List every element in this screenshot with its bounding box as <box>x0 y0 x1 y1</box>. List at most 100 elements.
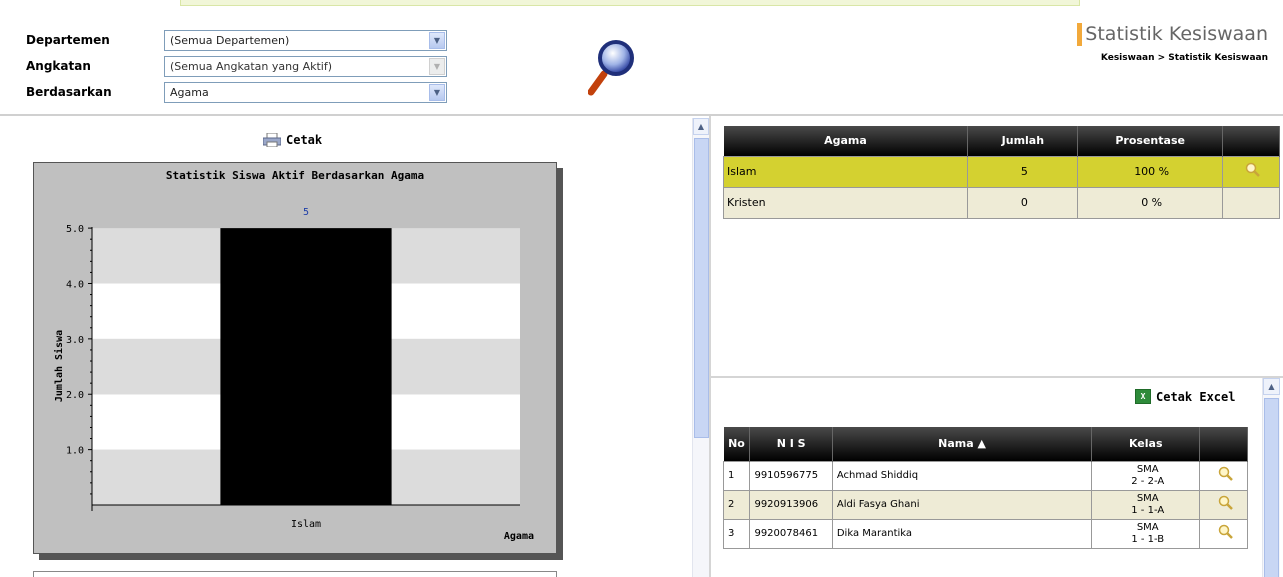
printer-icon <box>263 133 281 147</box>
y-tick-label: 3.0 <box>66 335 84 346</box>
no-cell: 2 <box>722 489 751 520</box>
excel-icon: X <box>1135 389 1151 404</box>
table-row[interactable]: 2 9920913906 Aldi Fasya Ghani SMA 1 - 1-A <box>722 489 1248 520</box>
no-cell: 1 <box>722 460 751 491</box>
y-tick-label: 4.0 <box>66 279 84 290</box>
chart-title: Statistik Siswa Aktif Berdasarkan Agama <box>166 169 424 182</box>
nis-cell: 9920078461 <box>749 518 833 549</box>
kelas-class: 1 - 1-A <box>1131 504 1165 516</box>
kelas-cell: SMA 2 - 2-A <box>1091 460 1201 491</box>
scroll-up-icon[interactable]: ▲ <box>1263 378 1280 395</box>
nama-cell: Dika Marantika <box>831 518 1093 549</box>
angkatan-label: Angkatan <box>26 59 91 73</box>
student-table: No N I S Nama ▲ Kelas 1 9910596775 Achma… <box>722 427 1248 549</box>
col-agama: Agama <box>723 126 969 156</box>
col-action <box>1199 427 1248 461</box>
detail-cell[interactable] <box>1222 155 1280 188</box>
stats-panel: Agama Jumlah Prosentase Islam 5 100 % Kr… <box>711 116 1283 378</box>
col-prosentase: Prosentase <box>1077 126 1224 156</box>
y-axis-label: Jumlah Siswa <box>53 330 65 402</box>
search-magnifier-icon[interactable] <box>588 38 638 96</box>
col-action <box>1222 126 1280 156</box>
filter-form: Departemen (Semua Departemen) ▼ Angkatan… <box>26 27 447 105</box>
scroll-thumb[interactable] <box>1264 398 1279 577</box>
nama-cell: Achmad Shiddiq <box>831 460 1093 491</box>
berdasarkan-label: Berdasarkan <box>26 85 112 99</box>
col-no: No <box>723 427 751 461</box>
detail-cell[interactable] <box>1199 518 1248 549</box>
kelas-level: SMA <box>1136 492 1159 504</box>
y-tick-label: 2.0 <box>66 390 84 401</box>
berdasarkan-select[interactable]: Agama ▼ <box>164 81 447 103</box>
nis-cell: 9910596775 <box>749 460 833 491</box>
right-scrollbar[interactable]: ▲ <box>1262 378 1280 577</box>
chart-panel: Cetak Statistik Siswa Aktif Berdasarkan … <box>0 116 710 577</box>
page-header: Statistik Kesiswaan Kesiswaan > Statisti… <box>1077 23 1268 63</box>
col-jumlah: Jumlah <box>967 126 1079 156</box>
nama-cell: Aldi Fasya Ghani <box>831 489 1093 520</box>
scroll-up-icon[interactable]: ▲ <box>693 118 709 135</box>
kelas-class: 2 - 2-A <box>1131 475 1165 487</box>
student-list-panel: X Cetak Excel No N I S Nama ▲ Kelas 1 99… <box>711 378 1283 577</box>
chevron-down-icon[interactable]: ▼ <box>429 31 445 49</box>
second-chart-box <box>33 571 557 577</box>
kelas-class: 1 - 1-B <box>1131 533 1165 545</box>
table-row[interactable]: Kristen 0 0 % <box>722 186 1280 219</box>
kelas-cell: SMA 1 - 1-A <box>1091 489 1201 520</box>
jumlah-cell: 0 <box>967 186 1079 219</box>
agama-cell: Kristen <box>722 186 969 219</box>
left-scrollbar[interactable]: ▲ <box>692 118 709 577</box>
jumlah-cell: 5 <box>967 155 1079 188</box>
bar-chart: Statistik Siswa Aktif Berdasarkan Agama 5… <box>53 169 534 542</box>
magnifier-icon[interactable] <box>1218 495 1234 511</box>
stats-header-row: Agama Jumlah Prosentase <box>723 126 1280 156</box>
magnifier-icon[interactable] <box>1245 162 1261 178</box>
student-header-row: No N I S Nama ▲ Kelas <box>723 427 1248 461</box>
export-excel-button[interactable]: X Cetak Excel <box>1135 389 1235 404</box>
chevron-down-icon[interactable]: ▼ <box>429 83 445 101</box>
no-cell: 3 <box>722 518 751 549</box>
col-nama[interactable]: Nama ▲ <box>832 427 1093 461</box>
detail-cell[interactable] <box>1199 489 1248 520</box>
x-tick-label: Islam <box>291 519 321 530</box>
kelas-level: SMA <box>1136 521 1159 533</box>
prosentase-cell: 100 % <box>1077 155 1224 188</box>
table-row[interactable]: Islam 5 100 % <box>722 155 1280 188</box>
nis-cell: 9920913906 <box>749 489 833 520</box>
stats-table: Agama Jumlah Prosentase Islam 5 100 % Kr… <box>722 126 1280 219</box>
excel-label: Cetak Excel <box>1156 389 1236 404</box>
col-nama-label: Nama <box>938 437 974 451</box>
prosentase-cell: 0 % <box>1077 186 1224 219</box>
magnifier-icon[interactable] <box>1218 466 1234 482</box>
x-axis-label: Agama <box>504 531 534 542</box>
col-nis[interactable]: N I S <box>749 427 833 461</box>
table-row[interactable]: 3 9920078461 Dika Marantika SMA 1 - 1-B <box>722 518 1248 549</box>
magnifier-icon[interactable] <box>1218 524 1234 540</box>
y-tick-label: 1.0 <box>66 446 84 457</box>
col-kelas[interactable]: Kelas <box>1091 427 1201 461</box>
print-label: Cetak <box>286 133 323 147</box>
angkatan-value: (Semua Angkatan yang Aktif) <box>170 59 333 73</box>
breadcrumb: Kesiswaan > Statistik Kesiswaan <box>1100 53 1268 63</box>
chart-box: Statistik Siswa Aktif Berdasarkan Agama 5… <box>33 162 557 554</box>
departemen-label: Departemen <box>26 33 110 47</box>
berdasarkan-value: Agama <box>170 85 209 99</box>
print-button[interactable]: Cetak <box>263 133 322 147</box>
table-row[interactable]: 1 9910596775 Achmad Shiddiq SMA 2 - 2-A <box>722 460 1248 491</box>
departemen-select[interactable]: (Semua Departemen) ▼ <box>164 29 447 51</box>
chevron-down-icon: ▼ <box>429 57 445 75</box>
sort-asc-icon: ▲ <box>977 437 986 451</box>
departemen-value: (Semua Departemen) <box>170 33 290 47</box>
scroll-thumb[interactable] <box>694 138 709 438</box>
detail-cell[interactable] <box>1199 460 1248 491</box>
page-title: Statistik Kesiswaan <box>1077 23 1268 46</box>
angkatan-select: (Semua Angkatan yang Aktif) ▼ <box>164 55 447 77</box>
data-label: 5 <box>303 207 309 218</box>
top-banner <box>180 0 1080 6</box>
kelas-level: SMA <box>1136 463 1159 475</box>
agama-cell: Islam <box>722 155 969 188</box>
detail-cell <box>1222 186 1280 219</box>
y-tick-label: 5.0 <box>66 224 84 235</box>
kelas-cell: SMA 1 - 1-B <box>1091 518 1201 549</box>
bar <box>220 228 392 505</box>
